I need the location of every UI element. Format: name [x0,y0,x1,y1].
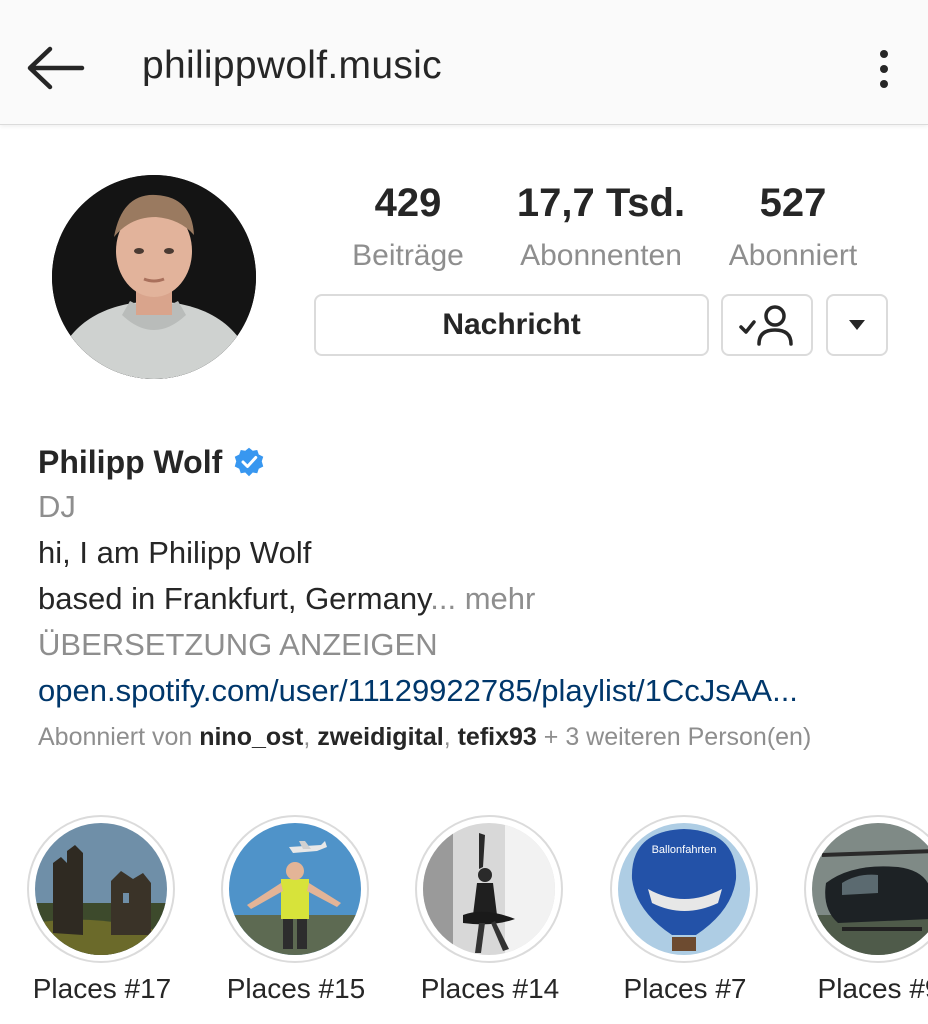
following-button[interactable] [721,294,813,356]
highlight-label: Places #15 [226,973,366,1004]
separator: , [303,723,318,751]
suggestions-dropdown-button[interactable] [826,294,888,356]
highlight-item[interactable]: Places #9 [804,815,928,1005]
followed-by-suffix: + 3 weiteren Person(en) [536,723,812,751]
profile-avatar[interactable] [52,175,256,379]
highlight-item[interactable]: Places #15 [221,815,371,1005]
highlight-label: Places #7 [623,973,747,1004]
website-link[interactable]: open.spotify.com/user/11129922785/playli… [38,668,918,714]
highlight-label: Places #9 [817,973,928,1004]
bio-line-1: hi, I am Philipp Wolf [38,535,312,570]
verified-badge-icon [235,447,264,477]
page-title: philippwolf.music [142,44,442,87]
highlight-thumbnail [423,823,555,955]
profile-bio: Philipp Wolf DJ hi, I am Philipp Wolf ba… [38,440,918,760]
highlight-label: Places #17 [32,973,172,1004]
stat-followers-label: Abonnenten [520,239,682,272]
back-button[interactable] [22,38,88,98]
more-vertical-icon [880,50,888,58]
message-button[interactable]: Nachricht [314,294,709,356]
bio-line-2: based in Frankfurt, Germany... mehr [38,576,918,622]
highlight-item[interactable]: Ballonfahrten Places #7 [610,815,760,1005]
highlight-ring [804,815,928,963]
caret-down-icon [849,320,865,330]
top-navigation-bar: philippwolf.music [0,0,928,125]
stat-following-label: Abonniert [728,239,858,272]
highlight-thumbnail: Ballonfahrten [618,823,750,955]
stat-posts-label: Beiträge [352,239,464,272]
show-translation-link[interactable]: ÜBERSETZUNG ANZEIGEN [38,622,918,668]
more-link[interactable]: mehr [456,581,536,616]
bio-line-2-text: based in Frankfurt, Germany [38,581,431,616]
followed-by-text[interactable]: Abonniert von nino_ost, zweidigital, tef… [38,714,918,760]
highlight-ring: Ballonfahrten [610,815,758,963]
follower-user-2[interactable]: zweidigital [317,723,443,751]
category-label: DJ [38,489,76,524]
highlight-ring [221,815,369,963]
highlight-ring [27,815,175,963]
highlight-ring [415,815,563,963]
stat-following[interactable]: 527 Abonniert [718,180,868,276]
highlight-label: Places #14 [420,973,560,1004]
stat-posts-value: 429 [374,181,442,225]
profile-photo [52,175,256,379]
follower-user-3[interactable]: tefix93 [458,723,537,751]
separator: , [443,723,458,751]
highlight-item[interactable]: Places #17 [27,815,177,1005]
options-menu-button[interactable] [866,44,902,94]
more-vertical-icon-dot [880,80,888,88]
highlight-item[interactable]: Places #14 [415,815,565,1005]
highlight-thumbnail [812,823,928,955]
stat-followers-value: 17,7 Tsd. [516,181,686,225]
followed-by-prefix: Abonniert von [38,723,200,751]
bio-ellipsis: ... [430,581,457,616]
arrow-left-icon [27,46,85,90]
user-check-icon [739,305,793,346]
highlight-thumbnail [229,823,361,955]
name-row: Philipp Wolf [38,440,918,484]
stat-followers[interactable]: 17,7 Tsd. Abonnenten [505,180,697,276]
stat-posts[interactable]: 429 Beiträge [348,180,468,276]
balloon-text: Ballonfahrten [652,844,717,856]
follower-user-1[interactable]: nino_ost [199,723,303,751]
stat-following-value: 527 [759,181,827,225]
highlight-thumbnail [35,823,167,955]
story-highlights: Places #17 Places #15 Places #14 Ballonf… [0,815,928,1024]
full-name: Philipp Wolf [38,443,223,480]
more-vertical-icon-dot [880,65,888,73]
